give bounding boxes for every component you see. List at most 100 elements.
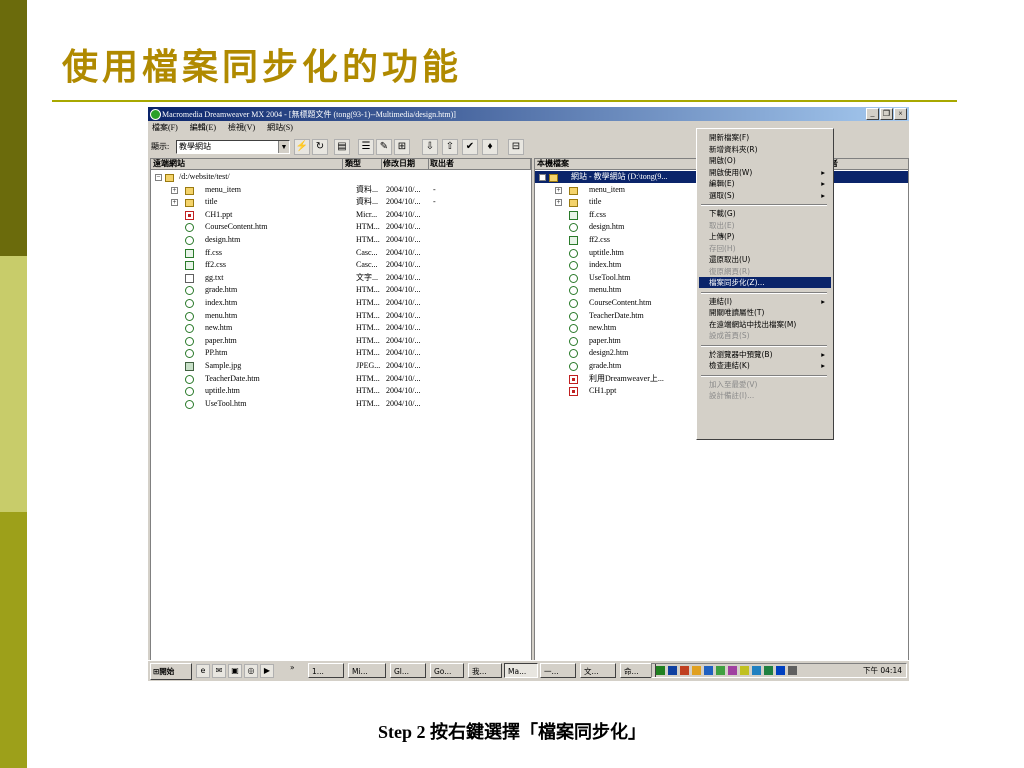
table-row[interactable]: PP.htm HTM... 2004/10/... [151, 347, 531, 359]
table-row[interactable]: CourseContent.htm HTM... 2004/10/... [151, 221, 531, 233]
context-menu-item[interactable]: 檔案同步化(Z)... [699, 277, 831, 288]
table-row[interactable]: UseTool.htm HTM... 2004/10/... [151, 398, 531, 410]
keyboard-icon[interactable] [788, 666, 797, 675]
taskbar-task-button[interactable]: 一... [540, 663, 576, 678]
table-row[interactable]: TeacherDate.htm HTM... 2004/10/... [151, 373, 531, 385]
file-modified: 2004/10/... [386, 209, 421, 219]
close-button[interactable]: × [894, 108, 907, 120]
table-row[interactable]: new.htm HTM... 2004/10/... [151, 322, 531, 334]
taskbar-task-button[interactable]: Mi... [348, 663, 386, 678]
context-menu-item[interactable]: 開關唯讀屬性(T) [699, 307, 831, 318]
folder-icon [569, 199, 578, 208]
menu-item-label: 於瀏覽器中預覽(B) [709, 349, 773, 359]
media-icon[interactable]: ▶ [260, 664, 274, 678]
taskbar-task-button[interactable]: 我... [468, 663, 502, 678]
table-row[interactable]: grade.htm HTM... 2004/10/... [151, 284, 531, 296]
explorer-icon[interactable]: ◎ [244, 664, 258, 678]
table-row[interactable]: Sample.jpg JPEG... 2004/10/... [151, 360, 531, 372]
antivirus-icon[interactable] [680, 666, 689, 675]
refresh-icon[interactable]: ↻ [312, 139, 328, 155]
table-row[interactable]: menu.htm HTM... 2004/10/... [151, 310, 531, 322]
taskbar-task-button[interactable]: 1... [308, 663, 344, 678]
table-row[interactable]: index.htm HTM... 2004/10/... [151, 297, 531, 309]
ime-icon[interactable] [776, 666, 785, 675]
tray-app-icon[interactable] [740, 666, 749, 675]
taskbar-task-button[interactable]: 文... [580, 663, 616, 678]
col-type[interactable]: 類型 [343, 159, 382, 169]
volume-icon[interactable] [656, 666, 665, 675]
col-modified[interactable]: 修改日期 [381, 159, 429, 169]
table-row[interactable]: ff2.css Casc... 2004/10/... [151, 259, 531, 271]
menu-file[interactable]: 檔案(F) [152, 123, 178, 132]
context-menu-item[interactable]: 在遠端網站中找出檔案(M) [699, 319, 831, 330]
context-menu-item[interactable]: 開新檔案(F) [699, 132, 831, 143]
taskbar-task-button[interactable]: Gl... [390, 663, 426, 678]
menu-item-label: 開新檔案(F) [709, 133, 750, 142]
file-activity-icon[interactable]: ▤ [334, 139, 350, 155]
check-in-icon[interactable]: ♦ [482, 139, 498, 155]
tray-app-icon[interactable] [692, 666, 701, 675]
expand-icon[interactable]: + [171, 199, 178, 207]
collapse-icon[interactable]: − [155, 174, 162, 181]
file-modified: 2004/10/... [386, 285, 421, 295]
context-menu-item[interactable]: 新增資料夾(R) [699, 144, 831, 155]
html-file-icon [185, 311, 194, 321]
network-icon[interactable] [668, 666, 677, 675]
tray-app-icon[interactable] [704, 666, 713, 675]
context-menu-item[interactable]: 檢查連結(K) ▸ [699, 360, 831, 371]
minimize-button[interactable]: _ [866, 108, 879, 120]
context-menu-item[interactable]: 於瀏覽器中預覽(B) ▸ [699, 349, 831, 360]
table-row[interactable]: CH1.ppt Micr... 2004/10/... [151, 209, 531, 221]
table-row[interactable]: design.htm HTM... 2004/10/... [151, 234, 531, 246]
taskbar-task-button[interactable]: Ma... [504, 663, 538, 678]
restore-button[interactable]: ❐ [880, 108, 893, 120]
submenu-arrow-icon: ▸ [821, 179, 825, 188]
col-local-checked-out[interactable]: 者 [828, 159, 908, 169]
table-row[interactable]: + title 資料... 2004/10/... - [151, 196, 531, 208]
expand-icon[interactable]: + [171, 186, 178, 194]
put-files-icon[interactable]: ⇧ [442, 139, 458, 155]
tray-app-icon[interactable] [752, 666, 761, 675]
table-row[interactable]: gg.txt 文字... 2004/10/... [151, 272, 531, 284]
tray-app-icon[interactable] [764, 666, 773, 675]
context-menu-item[interactable]: 還原取出(U) [699, 254, 831, 265]
table-row[interactable]: ff.css Casc... 2004/10/... [151, 247, 531, 259]
expand-icon[interactable]: + [555, 199, 562, 207]
context-menu-item[interactable]: 編輯(E) ▸ [699, 178, 831, 189]
expand-collapse-icon[interactable]: ⊟ [508, 139, 524, 155]
context-menu-item[interactable]: 連結(I) ▸ [699, 296, 831, 307]
menu-site[interactable]: 網站(S) [267, 123, 293, 132]
menu-view[interactable]: 檢視(V) [228, 123, 255, 132]
col-remote-site[interactable]: 遠端網站 [151, 159, 343, 169]
menu-edit[interactable]: 編輯(E) [190, 123, 216, 132]
tray-app-icon[interactable] [716, 666, 725, 675]
context-menu-item[interactable]: 開啟(O) [699, 155, 831, 166]
context-menu-item[interactable]: 上傳(P) [699, 231, 831, 242]
remote-root-row[interactable]: − /d:/website/test/ [151, 171, 531, 183]
tray-app-icon[interactable] [728, 666, 737, 675]
more-chevron-icon[interactable]: » [290, 663, 295, 672]
start-button[interactable]: ⊞開始 [150, 663, 192, 680]
taskbar-task-button[interactable]: Go... [430, 663, 464, 678]
context-menu-item[interactable]: 開啟使用(W) ▸ [699, 167, 831, 178]
desktop-icon[interactable]: ▣ [228, 664, 242, 678]
check-out-icon[interactable]: ✔ [462, 139, 478, 155]
get-files-icon[interactable]: ⇩ [422, 139, 438, 155]
col-checked-out[interactable]: 取出者 [428, 159, 531, 169]
expand-icon[interactable]: + [555, 186, 562, 194]
menu-item-label: 新增資料夾(R) [709, 144, 758, 154]
context-menu-item[interactable]: 下載(G) [699, 208, 831, 219]
collapse-icon[interactable]: − [539, 174, 546, 181]
connect-icon[interactable]: ⚡ [294, 139, 310, 155]
outlook-icon[interactable]: ✉ [212, 664, 226, 678]
context-menu-item[interactable]: 選取(S) ▸ [699, 190, 831, 201]
testing-server-icon[interactable]: ✎ [376, 139, 392, 155]
table-row[interactable]: uptitle.htm HTM... 2004/10/... [151, 385, 531, 397]
site-files-view-icon[interactable]: ☰ [358, 139, 374, 155]
table-row[interactable]: + menu_item 資料... 2004/10/... - [151, 184, 531, 196]
ie-icon[interactable]: e [196, 664, 210, 678]
site-map-icon[interactable]: ⊞ [394, 139, 410, 155]
site-select[interactable]: 教學網站 ▼ [176, 140, 290, 154]
chevron-down-icon[interactable]: ▼ [278, 141, 289, 153]
table-row[interactable]: paper.htm HTM... 2004/10/... [151, 335, 531, 347]
